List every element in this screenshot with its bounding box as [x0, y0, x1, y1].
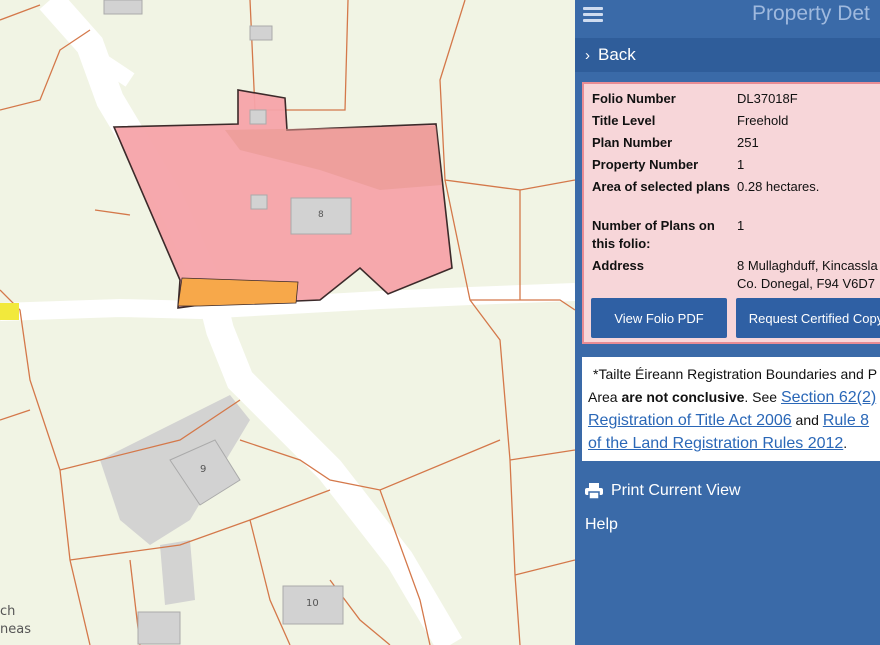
- registration-act-link[interactable]: Registration of Title Act 2006: [588, 412, 792, 429]
- detail-value: 251: [737, 135, 759, 150]
- land-registration-rules-link[interactable]: of the Land Registration Rules 2012: [588, 435, 843, 452]
- notice-text: . See: [744, 389, 781, 405]
- detail-key: Plan Number: [592, 135, 673, 150]
- notice-line-1: *Tailte Éireann Registration Boundaries …: [593, 366, 878, 382]
- detail-key: Address: [592, 258, 645, 273]
- detail-key: Title Level: [592, 113, 656, 128]
- map-corner-text-1: ch: [0, 604, 16, 619]
- view-folio-pdf-button[interactable]: View Folio PDF: [591, 298, 727, 338]
- parcel-label-10: 10: [306, 598, 319, 609]
- detail-key: Folio Number: [592, 91, 676, 106]
- detail-value: DL37018F: [737, 91, 798, 106]
- print-current-view-button[interactable]: Print Current View: [575, 474, 880, 508]
- notice-text: and: [791, 412, 823, 428]
- detail-key: Number of Plans on this folio:: [592, 218, 715, 251]
- notice-text: Area: [588, 389, 622, 405]
- detail-key: Property Number: [592, 157, 699, 172]
- notice-text: .: [843, 435, 848, 451]
- parcel-label-9: 9: [200, 464, 207, 475]
- printer-icon: [585, 483, 603, 499]
- back-label: Back: [598, 45, 636, 64]
- menu-icon[interactable]: [583, 4, 603, 24]
- yellow-marker: [0, 303, 19, 320]
- folio-details-box: Folio Number DL37018F Title Level Freeho…: [582, 82, 880, 344]
- section-62-link[interactable]: Section 62(2): [781, 389, 876, 406]
- detail-value: 8 Mullaghduff, Kincassla Co. Donegal, F9…: [737, 258, 878, 291]
- detail-key: Area of selected plans: [592, 179, 730, 194]
- detail-value: 1: [737, 218, 745, 233]
- orange-strip: [177, 277, 299, 307]
- map-view[interactable]: 8 9 10 ch neas: [0, 0, 575, 645]
- notice-bold: are not conclusive: [621, 389, 745, 405]
- help-link[interactable]: Help: [585, 516, 618, 534]
- detail-value: Freehold: [737, 113, 789, 128]
- panel-header: Property Det: [575, 0, 880, 30]
- rule-8-link[interactable]: Rule 8: [823, 412, 869, 429]
- detail-value: 1: [737, 157, 745, 172]
- chevron-right-icon: ›: [585, 46, 590, 64]
- map-canvas[interactable]: [0, 0, 575, 645]
- print-label: Print Current View: [611, 482, 741, 499]
- back-button[interactable]: › Back: [575, 38, 880, 72]
- request-certified-copy-button[interactable]: Request Certified Copy: [736, 298, 880, 338]
- disclaimer-notice: *Tailte Éireann Registration Boundaries …: [582, 357, 880, 461]
- panel-title: Property Det: [752, 2, 870, 25]
- detail-value: 0.28 hectares.: [737, 179, 820, 194]
- parcel-label-8: 8: [318, 210, 324, 220]
- property-details-panel: Property Det › Back Folio Number DL37018…: [575, 0, 880, 645]
- map-corner-text-2: neas: [0, 622, 31, 637]
